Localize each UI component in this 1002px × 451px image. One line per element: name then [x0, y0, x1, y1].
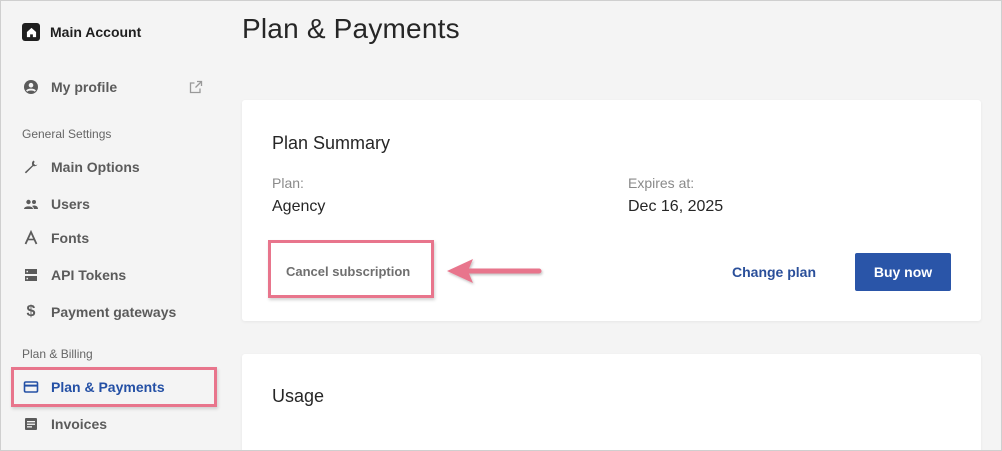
plan-label: Plan:: [272, 175, 304, 191]
app-window: Main Account My profile General Settings…: [0, 0, 1002, 451]
usage-card: Usage: [242, 354, 981, 450]
section-label-general: General Settings: [22, 127, 112, 141]
plan-summary-card: Plan Summary Plan: Agency Expires at: De…: [242, 100, 981, 321]
sidebar-item-api-tokens[interactable]: API Tokens: [23, 264, 126, 286]
sidebar-item-label: Main Options: [51, 159, 140, 175]
credit-card-icon: [23, 379, 39, 395]
sidebar-item-label: Payment gateways: [51, 304, 177, 320]
home-icon: [22, 23, 40, 41]
wrench-icon: [23, 159, 39, 175]
dollar-icon: $: [26, 303, 36, 320]
card-title: Plan Summary: [272, 133, 391, 153]
sidebar-item-label: Invoices: [51, 416, 108, 432]
sidebar-item-label: My profile: [51, 79, 118, 95]
page-title: Plan & Payments: [242, 13, 460, 44]
sidebar-item-payment-gateways[interactable]: $ Payment gateways: [23, 301, 177, 323]
account-name: Main Account: [50, 24, 142, 40]
account-header[interactable]: Main Account: [22, 23, 141, 41]
sidebar-item-my-profile[interactable]: My profile: [23, 76, 117, 98]
cancel-subscription-button[interactable]: Cancel subscription: [286, 264, 410, 279]
users-icon: [23, 196, 39, 212]
font-icon: [23, 230, 39, 246]
change-plan-button[interactable]: Change plan: [732, 264, 816, 280]
sidebar-item-plan-payments[interactable]: Plan & Payments: [23, 376, 165, 398]
sidebar: Main Account My profile General Settings…: [1, 1, 226, 450]
token-icon: [23, 267, 39, 283]
account-circle-icon: [23, 79, 39, 95]
buy-now-button[interactable]: Buy now: [855, 253, 951, 291]
expires-label: Expires at:: [628, 175, 695, 191]
sidebar-item-main-options[interactable]: Main Options: [23, 156, 140, 178]
section-label-billing: Plan & Billing: [22, 347, 93, 361]
external-link-icon[interactable]: [188, 79, 204, 95]
sidebar-item-fonts[interactable]: Fonts: [23, 227, 89, 249]
sidebar-item-label: Fonts: [51, 230, 90, 246]
sidebar-item-label: Users: [51, 196, 90, 212]
sidebar-item-invoices[interactable]: Invoices: [23, 413, 107, 435]
expires-value: Dec 16, 2025: [628, 198, 724, 215]
card-title: Usage: [272, 386, 325, 406]
annotation-arrow-icon: [447, 259, 542, 283]
sidebar-item-users[interactable]: Users: [23, 193, 90, 215]
sidebar-item-label: Plan & Payments: [51, 379, 165, 395]
sidebar-item-label: API Tokens: [51, 267, 127, 283]
plan-value: Agency: [272, 198, 326, 215]
invoice-icon: [23, 416, 39, 432]
